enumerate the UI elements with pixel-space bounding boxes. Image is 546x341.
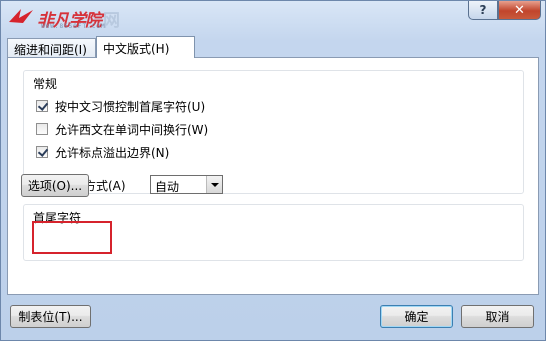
- line-breaking-label: 按中文习惯控制首尾字符(U): [55, 99, 206, 114]
- chevron-down-icon[interactable]: [206, 176, 222, 193]
- highlight-box: [32, 221, 112, 254]
- tab-indent-spacing[interactable]: 缩进和间距(I): [7, 38, 96, 57]
- site-logo: 非凡学院网 WWW.86SOFT.COM: [7, 3, 127, 31]
- logo-url: WWW.86SOFT.COM: [41, 23, 106, 30]
- word-wrap-checkbox[interactable]: [36, 123, 48, 135]
- options-button[interactable]: 选项(O)...: [21, 174, 89, 197]
- help-button[interactable]: ?: [468, 1, 498, 20]
- close-icon: ✕: [514, 2, 525, 18]
- logo-icon: [9, 9, 33, 23]
- line-breaking-checkbox[interactable]: [36, 100, 48, 112]
- help-icon: ?: [479, 3, 487, 17]
- tab-stops-button[interactable]: 制表位(T)...: [10, 305, 91, 328]
- alignment-select[interactable]: 自动: [150, 175, 223, 194]
- option-row-line-breaking[interactable]: 按中文习惯控制首尾字符(U): [36, 98, 205, 114]
- hanging-punctuation-label: 允许标点溢出边界(N): [55, 145, 170, 160]
- close-button[interactable]: ✕: [498, 1, 541, 20]
- ok-button[interactable]: 确定: [380, 305, 453, 328]
- cancel-button[interactable]: 取消: [461, 305, 534, 328]
- dialog-window: 非凡学院网 WWW.86SOFT.COM ? ✕ 缩进和间距(I) 中文版式(H…: [0, 0, 546, 341]
- tab-asian-typography[interactable]: 中文版式(H): [96, 36, 195, 58]
- general-group: 常规 按中文习惯控制首尾字符(U) 允许西文在单词中间换行(W) 允许标点溢出边…: [23, 70, 524, 194]
- word-wrap-label: 允许西文在单词中间换行(W): [55, 122, 209, 137]
- general-group-title: 常规: [33, 77, 58, 91]
- option-row-word-wrap[interactable]: 允许西文在单词中间换行(W): [36, 121, 208, 137]
- option-row-hanging-punctuation[interactable]: 允许标点溢出边界(N): [36, 144, 169, 160]
- hanging-punctuation-checkbox[interactable]: [36, 146, 48, 158]
- alignment-value: 自动: [155, 180, 180, 194]
